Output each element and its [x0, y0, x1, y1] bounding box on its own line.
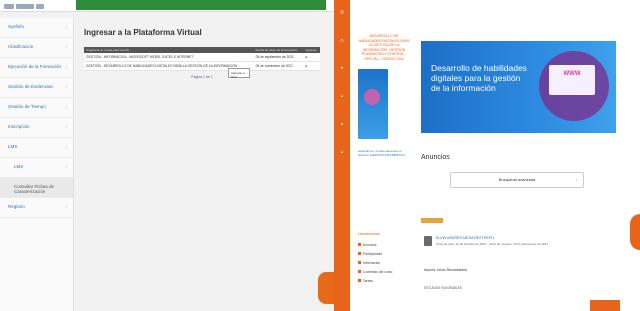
sidebar-item[interactable]: Sysfinfo ›	[0, 18, 73, 38]
sidebar-item-label: Consultar Fichas de Caracterización	[14, 184, 55, 194]
chevron-right-icon: ›	[65, 104, 67, 110]
sidebar-item-label: Clasificación	[8, 44, 34, 49]
menu-icon[interactable]: ≡	[339, 10, 345, 16]
sidebar: Sysfinfo › Clasificación › Ejecución de la F…	[0, 18, 74, 311]
sidebar-item[interactable]: Gestión de Tiempo ›	[0, 98, 73, 118]
advanced-search-button[interactable]: Búsqueda avanzada ›	[450, 172, 584, 188]
course-menu: Herramientas Anuncios Participantes Info…	[358, 232, 410, 285]
new-badge	[421, 218, 443, 223]
right-window: DESARROLLO DE HABILIDADES DIGITALES PARA…	[350, 0, 640, 311]
start-date: 05 de septiembre de 2021	[253, 53, 304, 62]
sidebar-item[interactable]: Ejecución de la Formación ›	[0, 58, 73, 78]
book-icon[interactable]: ▪	[339, 122, 345, 128]
menu-item[interactable]: Información	[358, 258, 410, 267]
chevron-right-icon: ›	[65, 84, 67, 90]
course-banner: Desarrollo de habilidades digitales para…	[421, 41, 616, 133]
sidebar-item[interactable]: Consultar Fichas de Caracterización	[0, 178, 73, 198]
enter-link[interactable]: ▸	[303, 53, 320, 62]
sidebar-item-label: Inscripción	[8, 124, 30, 129]
chevron-right-icon: ›	[65, 64, 67, 70]
post-body: ESTUDIOS FAVORABLES	[424, 286, 463, 290]
page-title: Ingresar a la Plataforma Virtual	[84, 28, 202, 37]
enter-link[interactable]: ▸	[303, 61, 320, 71]
menu-item[interactable]: Participantes	[358, 249, 410, 258]
bullet-icon	[358, 252, 361, 255]
top-green-bar	[76, 0, 326, 10]
course-nav-bar: ≡ ⌂ • ▪ ▪ ▪	[334, 0, 350, 311]
enter-icon[interactable]: ▸	[306, 55, 308, 59]
screen-illustration	[549, 65, 595, 95]
post-author[interactable]: ELVIN ANDRÉS MEJÍA RESTREPO	[436, 236, 494, 240]
menu-header: Herramientas	[358, 232, 380, 236]
bullet-icon	[358, 279, 361, 282]
chat-button[interactable]	[318, 272, 334, 304]
banner-text: Desarrollo de habilidades digitales para…	[431, 63, 527, 93]
table-row[interactable]: GESTIÓN - DESARROLLO DE HABILIDADES DIGI…	[84, 61, 320, 71]
menu-item[interactable]: Contenido del curso	[358, 267, 410, 276]
course-title[interactable]: DESARROLLO DE HABILIDADES DIGITALES PARA…	[358, 34, 410, 61]
programs-table: Programa en el que esta inscrito Fecha d…	[84, 47, 320, 71]
bullet-icon	[358, 243, 361, 246]
chevron-right-icon: ›	[65, 124, 67, 130]
sidebar-item-label: LMS	[8, 144, 18, 149]
sidebar-item[interactable]: LMS ›	[0, 138, 73, 158]
chat-button[interactable]	[630, 214, 640, 250]
table-row[interactable]: GESTIÓN - INFORMÁTICA - MICROSOFT WORD, …	[84, 53, 320, 62]
sidebar-item-label: Gestión de Tiempo	[8, 104, 46, 109]
sidebar-item-label: Gestión de Evidencias	[8, 84, 53, 89]
menu-item[interactable]: Anuncios	[358, 240, 410, 249]
section-heading: Anuncios	[421, 154, 450, 161]
program-name: GESTIÓN - INFORMÁTICA - MICROSOFT WORD, …	[84, 53, 254, 62]
avatar	[424, 236, 432, 246]
chevron-right-icon: ›	[65, 144, 67, 150]
sidebar-item[interactable]: Gestión de Evidencias ›	[0, 78, 73, 98]
home-icon[interactable]: ⌂	[339, 38, 345, 44]
left-window: Sysfinfo › Clasificación › Ejecución de la F…	[0, 0, 334, 311]
sidebar-item-label: Registro	[8, 204, 25, 209]
calendar-icon[interactable]: ▪	[339, 94, 345, 100]
bullet-icon	[358, 270, 361, 273]
bullet-icon	[358, 261, 361, 264]
chevron-right-icon: ›	[65, 24, 67, 30]
sidebar-item-label: Ejecución de la Formación	[8, 64, 62, 69]
main-content: Ingresar a la Plataforma Virtual Program…	[84, 28, 328, 298]
sidebar-item-label: Sysfinfo	[8, 24, 25, 29]
post-subject: Asunto: Inicio Recordatorio	[424, 268, 468, 272]
course-sidebar: DESARROLLO DE HABILIDADES DIGITALES PARA…	[358, 34, 410, 157]
chevron-right-icon: ›	[65, 204, 67, 210]
grades-icon[interactable]: ▪	[339, 150, 345, 156]
sidebar-item-label: LMS	[14, 164, 24, 169]
course-thumbnail	[358, 69, 388, 139]
start-date: 05 de noviembre de 2021	[253, 61, 304, 71]
tooltip: Ingresar a Terri	[228, 68, 250, 79]
chevron-right-icon: ›	[65, 44, 67, 50]
logo	[4, 2, 64, 10]
course-meta: Aprendiz en: cursos.sena.edu.co Sección:…	[358, 149, 406, 157]
chevron-right-icon: ›	[575, 177, 577, 182]
sidebar-item[interactable]: Clasificación ›	[0, 38, 73, 58]
pin-icon[interactable]: •	[339, 66, 345, 72]
sidebar-item[interactable]: LMS ›	[0, 158, 73, 178]
enter-icon[interactable]: ▸	[306, 64, 308, 68]
menu-item[interactable]: Tareas	[358, 276, 410, 285]
sidebar-item[interactable]: Registro ›	[0, 198, 73, 218]
post-date: lunes de ante, 31 de Octubre de 2021 - I…	[436, 242, 548, 246]
pagination[interactable]: Página 1 de 1	[84, 75, 320, 79]
sidebar-item[interactable]: Inscripción ›	[0, 118, 73, 138]
banner-www: WWW	[563, 71, 581, 77]
chevron-right-icon: ›	[65, 164, 67, 170]
corner-button[interactable]	[590, 300, 620, 311]
search-label: Búsqueda avanzada	[498, 177, 536, 182]
top-bar	[0, 0, 334, 12]
